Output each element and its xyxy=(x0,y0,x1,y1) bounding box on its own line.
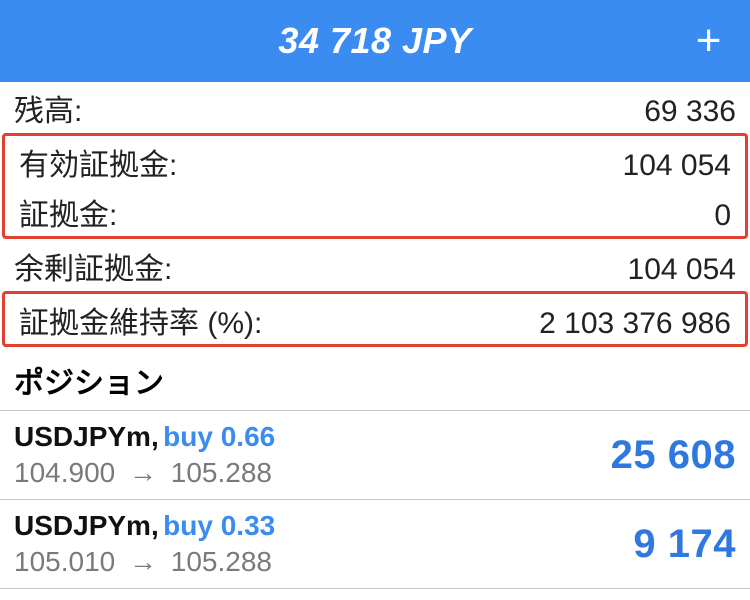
position-info: USDJPYm, buy 0.66 104.900 → 105.288 xyxy=(14,421,275,489)
position-prices: 104.900 → 105.288 xyxy=(14,457,275,489)
free-margin-value: 104 054 xyxy=(628,253,736,287)
open-price: 104.900 xyxy=(14,457,115,488)
total-profit: 34 718 JPY xyxy=(278,20,471,62)
position-action: buy 0.66 xyxy=(163,421,275,452)
arrow-icon: → xyxy=(123,457,163,488)
add-icon[interactable]: + xyxy=(696,19,722,63)
margin-label: 証拠金: xyxy=(19,190,117,234)
balance-row: 残高: 69 336 xyxy=(0,82,750,132)
current-price: 105.288 xyxy=(171,457,272,488)
free-margin-row: 余剰証拠金: 104 054 xyxy=(0,240,750,290)
position-symbol: USDJPYm xyxy=(14,421,151,452)
position-row[interactable]: USDJPYm, buy 0.33 105.010 → 105.288 9 17… xyxy=(0,500,750,589)
account-summary: 残高: 69 336 有効証拠金: 104 054 証拠金: 0 余剰証拠金: … xyxy=(0,82,750,347)
equity-label: 有効証拠金: xyxy=(19,140,177,184)
position-action: buy 0.33 xyxy=(163,510,275,541)
equity-row: 有効証拠金: 104 054 xyxy=(5,136,745,186)
positions-section-title: ポジション xyxy=(0,348,750,411)
position-row[interactable]: USDJPYm, buy 0.66 104.900 → 105.288 25 6… xyxy=(0,411,750,500)
current-price: 105.288 xyxy=(171,546,272,577)
margin-row: 証拠金: 0 xyxy=(5,186,745,236)
margin-level-highlight: 証拠金維持率 (%): 2 103 376 986 xyxy=(2,291,748,347)
margin-value: 0 xyxy=(714,199,731,233)
balance-label: 残高: xyxy=(14,86,82,130)
position-pl: 9 174 xyxy=(633,522,736,567)
free-margin-label: 余剰証拠金: xyxy=(14,244,172,288)
position-title: USDJPYm, buy 0.66 xyxy=(14,421,275,453)
equity-margin-highlight: 有効証拠金: 104 054 証拠金: 0 xyxy=(2,133,748,239)
position-prices: 105.010 → 105.288 xyxy=(14,546,275,578)
margin-level-value: 2 103 376 986 xyxy=(539,307,731,341)
position-title: USDJPYm, buy 0.33 xyxy=(14,510,275,542)
position-info: USDJPYm, buy 0.33 105.010 → 105.288 xyxy=(14,510,275,578)
position-pl: 25 608 xyxy=(611,433,736,478)
margin-level-label: 証拠金維持率 (%): xyxy=(19,298,262,342)
equity-value: 104 054 xyxy=(623,149,731,183)
position-symbol: USDJPYm xyxy=(14,510,151,541)
balance-value: 69 336 xyxy=(644,95,736,129)
open-price: 105.010 xyxy=(14,546,115,577)
account-header: 34 718 JPY + xyxy=(0,0,750,82)
margin-level-row: 証拠金維持率 (%): 2 103 376 986 xyxy=(5,294,745,344)
arrow-icon: → xyxy=(123,546,163,577)
comma: , xyxy=(151,510,159,541)
comma: , xyxy=(151,421,159,452)
